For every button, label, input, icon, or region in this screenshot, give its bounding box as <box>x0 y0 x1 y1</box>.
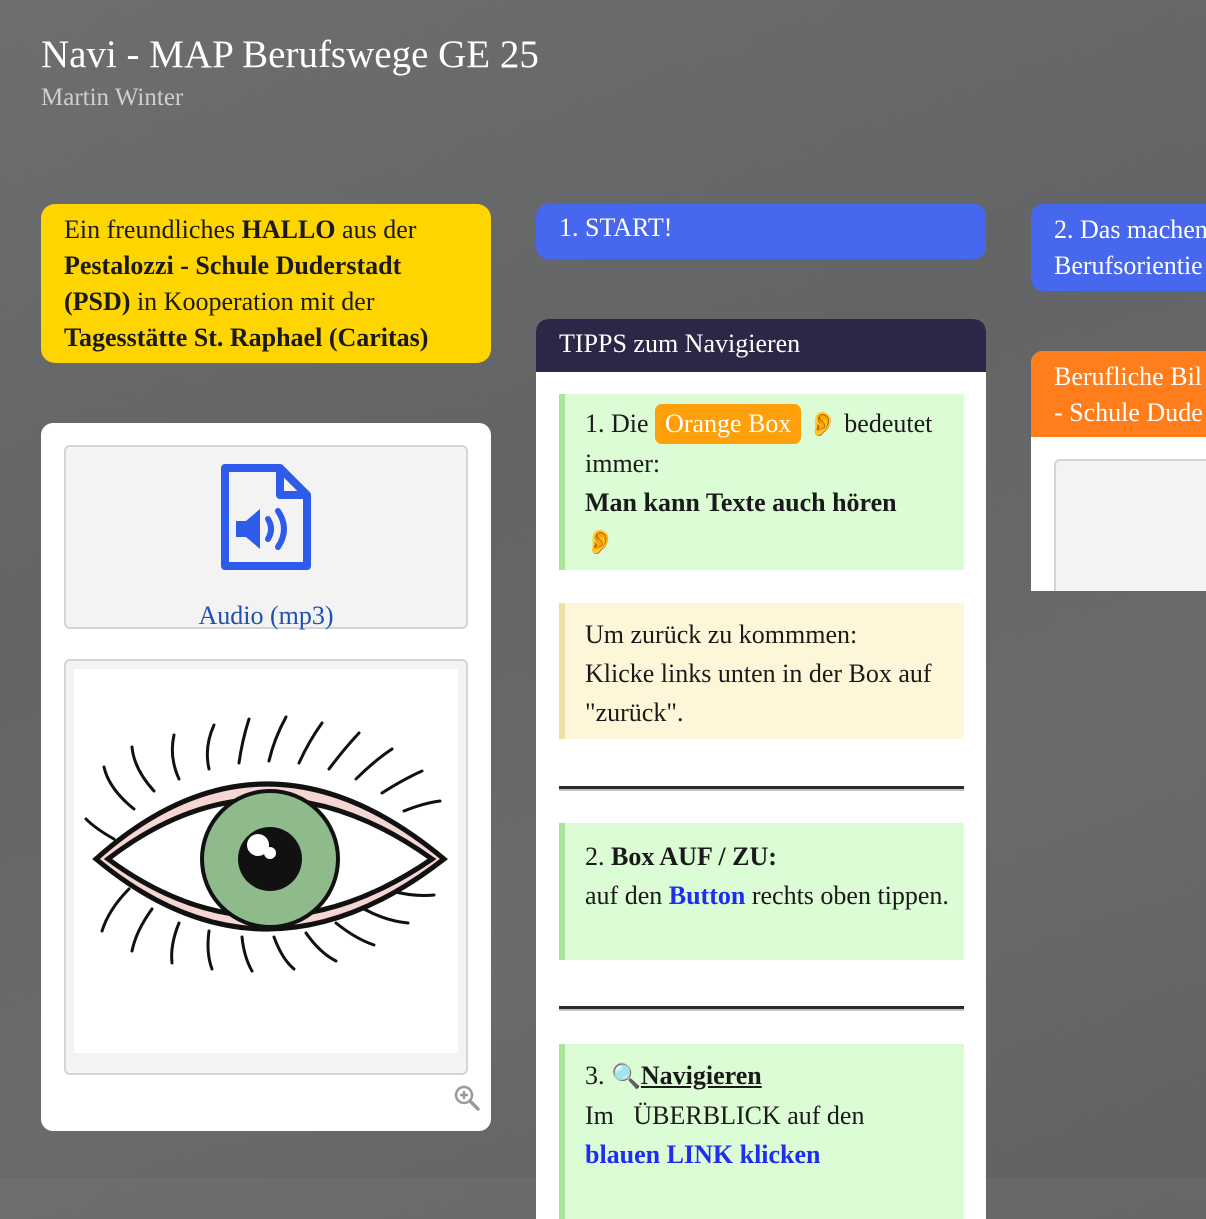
orange-card-title[interactable]: Berufliche Bil - Schule Dude <box>1031 351 1206 437</box>
tip-navigate: 3. 🔍Navigieren Im ÜBERBLICK auf den blau… <box>559 1044 964 1219</box>
audio-file-icon <box>221 464 311 570</box>
section-card-2[interactable]: 2. Das machen Berufsorientie <box>1031 204 1206 291</box>
tip-box-toggle: 2. Box AUF / ZU: auf den Button rechts o… <box>559 823 964 960</box>
ear-icon: 👂 <box>807 410 838 438</box>
welcome-card[interactable]: Ein freundliches HALLO aus der Pestalozz… <box>41 204 491 363</box>
blue-link[interactable]: blauen LINK klicken <box>585 1140 821 1169</box>
media-card: Audio (mp3) <box>41 423 491 1131</box>
audio-attachment[interactable]: Audio (mp3) <box>64 445 468 631</box>
tip-orange-box: 1. Die Orange Box 👂 bedeutet immer: Man … <box>559 394 964 570</box>
ear-icon: 👂 <box>585 528 615 556</box>
image-attachment[interactable] <box>64 659 468 1075</box>
eye-image <box>84 715 448 973</box>
orange-card-attachment[interactable] <box>1054 459 1206 591</box>
magnifier-icon: 🔍 <box>611 1062 641 1090</box>
navigate-link[interactable]: Navigieren <box>641 1061 762 1090</box>
tips-card-title: TIPPS zum Navigieren <box>536 319 986 372</box>
section-card-2-label: 2. Das machen Berufsorientie <box>1054 215 1206 280</box>
divider <box>559 1006 964 1009</box>
page-title: Navi - MAP Berufswege GE 25 <box>41 33 539 76</box>
orange-box-pill[interactable]: Orange Box <box>655 404 802 444</box>
zoom-in-icon[interactable] <box>453 1084 481 1112</box>
audio-label[interactable]: Audio (mp3) <box>66 601 466 631</box>
start-card[interactable]: 1. START! <box>536 204 986 259</box>
tip-back: Um zurück zu kommmen: Klicke links unten… <box>559 603 964 739</box>
page-author: Martin Winter <box>41 84 184 111</box>
tips-card: TIPPS zum Navigieren 1. Die Orange Box 👂… <box>536 319 986 1219</box>
button-link[interactable]: Button <box>669 881 746 910</box>
divider <box>559 786 964 789</box>
orange-card: Berufliche Bil - Schule Dude <box>1031 351 1206 591</box>
start-card-label: 1. START! <box>559 213 673 242</box>
welcome-text: Ein freundliches HALLO aus der Pestalozz… <box>64 215 429 352</box>
